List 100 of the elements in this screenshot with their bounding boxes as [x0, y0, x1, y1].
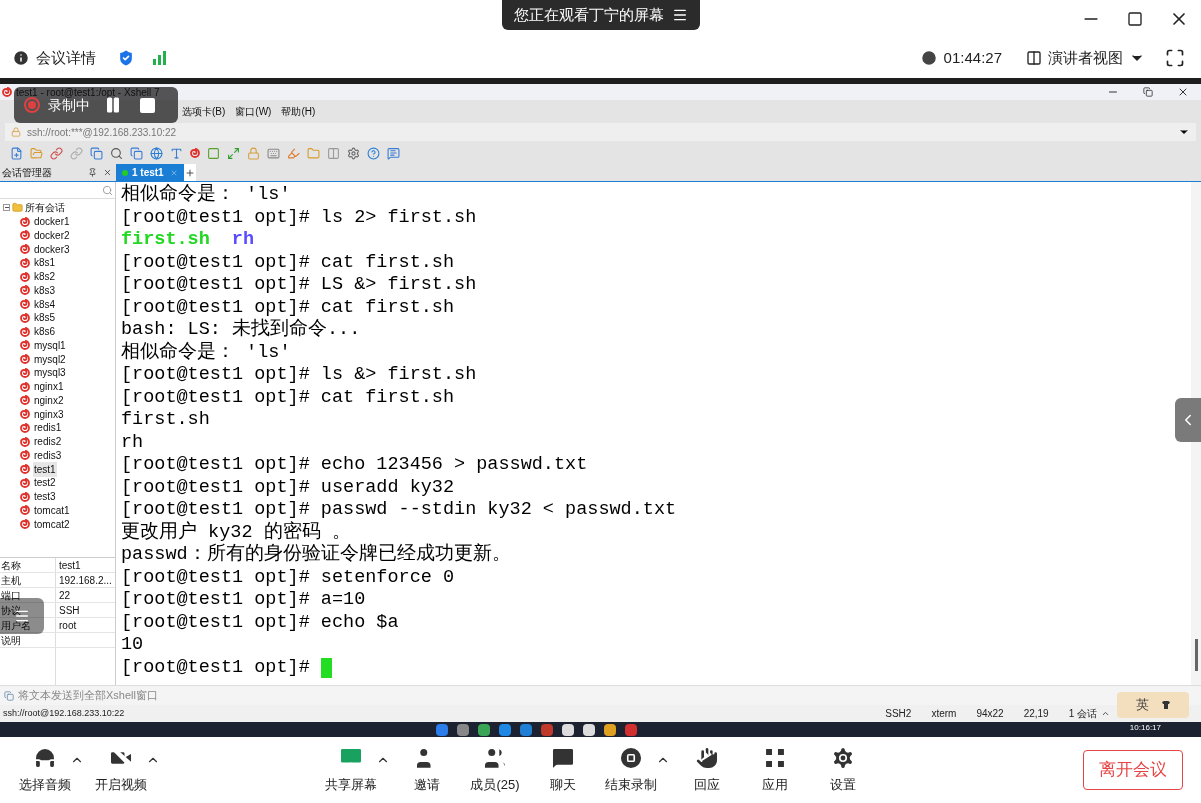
highlighter-icon[interactable] — [287, 146, 300, 160]
session-icon — [20, 271, 30, 282]
terminal-text: [root@test1 opt]# LS &> first.sh — [121, 274, 477, 297]
apps-button[interactable]: 应用 — [744, 745, 806, 795]
terminal-text: first.sh — [121, 409, 210, 432]
tree-item[interactable]: redis2 — [33, 434, 63, 450]
tree-item[interactable]: mysql3 — [33, 365, 67, 381]
terminal-text: first.sh — [121, 229, 210, 252]
tree-item[interactable]: docker1 — [33, 214, 71, 230]
pause-icon[interactable] — [104, 96, 122, 114]
settings-icon[interactable] — [347, 146, 360, 160]
new-session-icon[interactable] — [10, 146, 23, 160]
keyboard-icon[interactable] — [267, 146, 280, 160]
tree-item[interactable]: test2 — [33, 475, 57, 491]
chat-button[interactable]: 聊天 — [532, 745, 594, 795]
tree-item[interactable]: 所有会话 — [25, 200, 65, 216]
reactions-button[interactable]: 回应 — [676, 745, 738, 795]
tree-item[interactable]: test3 — [33, 489, 57, 505]
menu-icon[interactable] — [671, 7, 688, 23]
copy-icon[interactable] — [90, 146, 103, 160]
scrollbar[interactable] — [1191, 182, 1201, 685]
link-icon[interactable] — [50, 146, 63, 160]
tree-item[interactable]: tomcat1 — [33, 502, 71, 518]
session-icon — [20, 409, 30, 420]
stop-recording-button[interactable]: 结束录制 — [600, 745, 662, 795]
view-dropdown[interactable]: 演讲者视图 — [1026, 46, 1145, 70]
session-icon — [20, 299, 30, 310]
terminal-text: [root@test1 opt]# cat first.sh — [121, 386, 455, 409]
maximize-icon[interactable] — [1127, 11, 1143, 27]
status-item: 94x22 — [976, 707, 1004, 721]
session-icon — [20, 477, 30, 488]
ime-indicator[interactable]: 英 — [1117, 692, 1189, 718]
address-bar[interactable]: ssh://root:***@192.168.233.10:22 — [5, 123, 1196, 141]
tree-item[interactable]: docker2 — [33, 227, 71, 243]
tree-item[interactable]: k8s3 — [33, 282, 57, 298]
search-icon[interactable] — [110, 146, 123, 160]
tree-item[interactable]: mysql1 — [33, 337, 67, 353]
tree-item[interactable]: k8s5 — [33, 310, 57, 326]
session-icon — [20, 505, 30, 516]
session-icon — [20, 395, 30, 406]
stop-icon — [618, 745, 644, 772]
tree-item[interactable]: k8s2 — [33, 269, 57, 285]
square-icon[interactable] — [207, 146, 220, 160]
session-icon — [20, 216, 30, 227]
tree-item[interactable]: nginx3 — [33, 406, 65, 422]
copy-icon[interactable] — [130, 146, 143, 160]
tree-item[interactable]: tomcat2 — [33, 516, 71, 532]
tree-item[interactable]: k8s4 — [33, 296, 57, 312]
help-icon[interactable] — [367, 146, 380, 160]
taskbar-app-icon[interactable] — [562, 723, 574, 736]
tree-item[interactable]: test1 — [33, 461, 57, 477]
add-tab-icon[interactable] — [185, 167, 195, 178]
menu-item[interactable]: 选项卡(B) — [182, 103, 226, 119]
session-icon — [20, 285, 30, 296]
taskbar-time: 10:16:17 — [1129, 722, 1161, 734]
side-expand-button[interactable] — [1175, 398, 1201, 442]
taskbar-app-icon[interactable] — [478, 723, 490, 736]
members-button[interactable]: 成员(25) — [464, 745, 526, 795]
close-icon[interactable] — [1177, 86, 1189, 98]
tree-item[interactable]: redis3 — [33, 447, 63, 463]
chat-icon[interactable] — [387, 146, 400, 160]
session-icon — [20, 230, 30, 241]
meeting-info-button[interactable]: 会议详情 — [12, 46, 96, 70]
tree-item[interactable]: k8s1 — [33, 255, 57, 271]
layout-icon[interactable] — [327, 146, 340, 160]
menu-item[interactable]: 帮助(H) — [281, 103, 316, 119]
collapse-toggle[interactable] — [3, 204, 10, 212]
terminal-text: [root@test1 opt]# a=10 — [121, 589, 366, 612]
caret-icon[interactable] — [1101, 709, 1110, 718]
video-button[interactable]: 开启视频 — [90, 745, 152, 795]
taskbar-app-icon[interactable] — [583, 723, 595, 736]
fullscreen-icon[interactable] — [1165, 48, 1185, 68]
pin-icon[interactable] — [88, 168, 97, 177]
terminal-text: [root@test1 opt]# passwd --stdin ky32 < passwd.txt — [121, 499, 677, 521]
search-icon[interactable] — [102, 184, 113, 196]
globe-icon[interactable] — [150, 146, 163, 160]
session-tab[interactable]: 1 test1 — [116, 164, 184, 181]
terminal-text: 相似命令是： 'ls' — [121, 184, 291, 207]
tree-item[interactable]: nginx1 — [33, 379, 65, 395]
terminal-text: rh — [121, 431, 144, 454]
tree-item[interactable]: k8s6 — [33, 324, 57, 340]
font-icon[interactable] — [170, 146, 183, 160]
leave-meeting-button[interactable]: 离开会议 — [1083, 750, 1183, 790]
recording-label: 录制中 — [48, 96, 90, 115]
restore-icon[interactable] — [1143, 87, 1153, 97]
tree-item[interactable]: redis1 — [33, 420, 63, 436]
tree-item[interactable]: mysql2 — [33, 351, 67, 367]
tree-item[interactable]: docker3 — [33, 241, 71, 257]
info-icon — [12, 49, 30, 67]
session-icon — [20, 464, 30, 475]
property-value: 22 — [58, 589, 71, 602]
audio-button[interactable]: 选择音频 — [14, 745, 76, 795]
terminal-text: passwd：所有的身份验证令牌已经成功更新。 — [121, 544, 511, 567]
share-screen-button[interactable]: 共享屏幕 — [320, 745, 382, 795]
tree-item[interactable]: nginx2 — [33, 392, 65, 408]
menu-item[interactable]: 窗口(W) — [235, 103, 272, 119]
banner-text: 您正在观看丁宁的屏幕 — [513, 4, 664, 25]
invite-button[interactable]: 邀请 — [396, 745, 458, 795]
settings-button[interactable]: 设置 — [812, 745, 874, 795]
taskbar-app-icon[interactable] — [604, 723, 616, 736]
